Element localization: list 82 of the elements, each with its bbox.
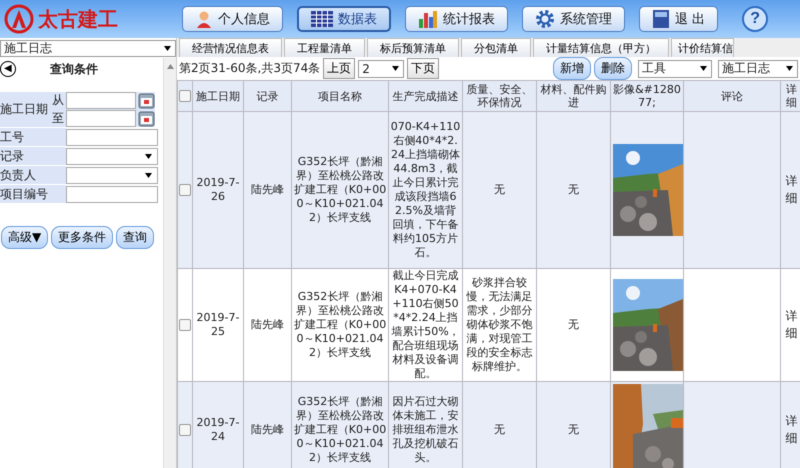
query-button[interactable]: 高级▼ bbox=[1, 226, 48, 249]
column-header: 记录 bbox=[244, 80, 292, 112]
scroll-up-icon[interactable] bbox=[166, 64, 174, 69]
input-field[interactable] bbox=[66, 186, 158, 202]
input-field[interactable] bbox=[66, 128, 158, 146]
field-label: 工号 bbox=[0, 128, 66, 146]
prev-page-button[interactable]: 上页 bbox=[323, 58, 356, 79]
column-header: 生产完成描述 bbox=[388, 80, 462, 112]
table-cell: G352长坪（黔湘界）至松桃公路改扩建工程（K0+000～K10+021.042）长坪支线 bbox=[292, 112, 388, 268]
table-cell: 陆先峰 bbox=[244, 382, 292, 468]
detail-link[interactable]: 详细 bbox=[784, 173, 798, 207]
field-label: 记录 bbox=[0, 147, 66, 165]
select-field[interactable] bbox=[66, 148, 158, 164]
tab[interactable]: 工程量清单 bbox=[284, 38, 365, 57]
field-label: 负责人 bbox=[0, 166, 66, 184]
toolbar-select[interactable]: 施工日志 bbox=[718, 60, 798, 78]
caret-icon bbox=[700, 66, 707, 71]
field-label: 施工日期 bbox=[0, 92, 52, 127]
tab[interactable]: 经营情况信息表 bbox=[179, 38, 282, 57]
date-field[interactable] bbox=[66, 92, 136, 109]
table-cell: 无 bbox=[536, 112, 610, 268]
tab[interactable]: 分包清单 bbox=[461, 38, 531, 57]
table-cell: 070-K4+110右侧40*4*2.24上挡墙砌体44.8m3，截止今日累计完成该段挡墙62.5%及墙背回填，下午备料约105方片石。 bbox=[388, 112, 462, 268]
panel-title: 查询条件 bbox=[50, 60, 98, 78]
module-select[interactable]: 施工日志 bbox=[0, 40, 176, 57]
nav-button[interactable]: 个人信息 bbox=[182, 6, 283, 32]
field-label: 项目编号 bbox=[0, 185, 66, 203]
caret-icon bbox=[392, 66, 400, 71]
column-header: 评论 bbox=[684, 80, 780, 112]
caret-icon bbox=[164, 46, 171, 51]
toolbar-button[interactable]: 删除 bbox=[594, 57, 632, 80]
nav-button[interactable]: 统计报表 bbox=[405, 6, 508, 32]
toolbar-button[interactable]: 新增 bbox=[553, 57, 591, 80]
table-cell: G352长坪（黔湘界）至松桃公路改扩建工程（K0+000～K10+021.042）长坪支线 bbox=[292, 382, 388, 468]
logo-icon bbox=[4, 4, 34, 34]
tab[interactable]: 计量结算信息（甲方） bbox=[533, 38, 669, 57]
caret-icon bbox=[145, 172, 152, 178]
next-page-button[interactable]: 下页 bbox=[407, 58, 440, 79]
logo-text: 太古建工 bbox=[38, 6, 119, 32]
field-label: 从 bbox=[52, 92, 64, 109]
tab[interactable]: 标后预算清单 bbox=[367, 38, 459, 57]
row-checkbox[interactable] bbox=[179, 318, 191, 331]
column-header: 质量、安全、环保情况 bbox=[462, 80, 536, 112]
caret-icon bbox=[145, 154, 152, 158]
table-cell: 无 bbox=[462, 112, 536, 268]
query-button[interactable]: 查询 bbox=[116, 226, 154, 249]
settings-icon bbox=[535, 9, 555, 29]
column-header: 施工日期 bbox=[192, 80, 244, 112]
toolbar-select[interactable]: 工具 bbox=[638, 60, 712, 78]
nav-button[interactable]: 系统管理 bbox=[522, 6, 625, 32]
help-button[interactable]: ? bbox=[742, 6, 768, 32]
scrollbar[interactable] bbox=[163, 58, 176, 468]
door-icon bbox=[652, 9, 670, 29]
table-cell: 因片石过大砌体未施工，安排班组布泄水孔及挖机破石头。 bbox=[388, 382, 462, 468]
table-cell: 2019-7-24 bbox=[192, 382, 244, 468]
nav-button[interactable]: 退 出 bbox=[639, 6, 718, 32]
column-header: 项目名称 bbox=[292, 80, 388, 112]
row-checkbox[interactable] bbox=[179, 424, 191, 436]
page-info: 第2页31-60条,共3页74条 bbox=[179, 60, 320, 77]
column-header: 影像&#128077; bbox=[610, 80, 684, 112]
select-field[interactable] bbox=[66, 166, 158, 184]
caret-icon bbox=[786, 66, 793, 71]
tab[interactable]: 计价结算信 bbox=[671, 38, 734, 57]
column-header: 材料、配件购进 bbox=[536, 80, 610, 112]
field-label: 至 bbox=[52, 110, 64, 127]
table-cell: 无 bbox=[536, 382, 610, 468]
column-header: 详细 bbox=[780, 80, 800, 112]
table-cell: 2019-7-26 bbox=[192, 112, 244, 268]
chart-icon bbox=[418, 9, 438, 29]
collapse-button[interactable]: ◀ bbox=[0, 61, 16, 77]
calendar-icon[interactable] bbox=[138, 92, 155, 109]
row-checkbox[interactable] bbox=[179, 184, 191, 196]
select-all-checkbox[interactable] bbox=[179, 90, 191, 102]
person-icon bbox=[195, 10, 213, 28]
grid-icon bbox=[311, 11, 333, 27]
calendar-icon[interactable] bbox=[138, 110, 155, 127]
table-cell: 陆先峰 bbox=[244, 112, 292, 268]
query-button[interactable]: 更多条件 bbox=[51, 226, 114, 249]
page-select[interactable]: 2 bbox=[358, 60, 404, 78]
table-cell: 无 bbox=[462, 382, 536, 468]
nav-button[interactable]: 数据表 bbox=[297, 6, 391, 32]
date-field[interactable] bbox=[66, 110, 136, 127]
